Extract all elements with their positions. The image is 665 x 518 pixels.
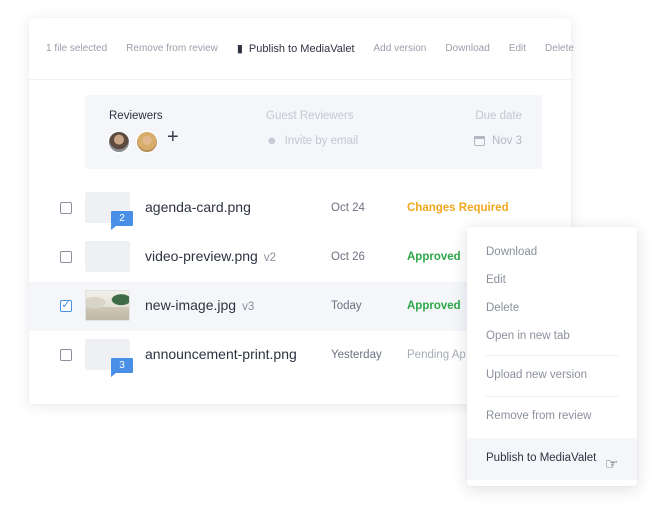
file-name-text: video-preview.png — [145, 248, 258, 264]
file-row[interactable]: 2 agenda-card.png Oct 24 Changes Require… — [29, 184, 571, 233]
file-name[interactable]: video-preview.png v2 — [145, 248, 276, 264]
version-label: v2 — [263, 252, 277, 264]
menu-item-upload-version[interactable]: Upload new version — [486, 369, 587, 381]
selection-count: 1 file selected — [46, 43, 108, 54]
reviewer-avatar-2[interactable] — [136, 131, 158, 153]
comment-count-badge[interactable]: 3 — [111, 358, 133, 377]
action-toolbar: 1 file selected Remove from review ▮ Pub… — [29, 18, 574, 80]
menu-item-publish[interactable]: Publish to MediaValet — [486, 452, 596, 464]
menu-item-delete[interactable]: Delete — [486, 302, 519, 314]
version-label: v3 — [242, 301, 255, 313]
checkmark-icon: ✓ — [61, 299, 71, 311]
file-date: Yesterday — [331, 349, 382, 361]
file-date: Oct 24 — [331, 202, 365, 214]
file-thumbnail[interactable] — [85, 290, 130, 321]
file-name[interactable]: agenda-card.png — [145, 199, 251, 215]
calendar-icon — [473, 136, 485, 146]
add-version-button[interactable]: Add version — [374, 43, 427, 54]
row-checkbox[interactable] — [60, 251, 72, 263]
status-badge: Approved — [407, 300, 461, 312]
due-date-label: Due date — [475, 110, 522, 122]
menu-item-download[interactable]: Download — [486, 246, 537, 258]
reviewers-label: Reviewers — [109, 110, 163, 122]
row-checkbox[interactable]: ✓ — [60, 300, 72, 312]
context-menu: Download Edit Delete Open in new tab Upl… — [467, 227, 637, 486]
menu-item-remove[interactable]: Remove from review — [486, 410, 591, 422]
remove-from-review-button[interactable]: Remove from review — [126, 43, 218, 54]
hand-pointer-icon: ☞ — [605, 456, 619, 473]
reviewer-avatar-1[interactable] — [108, 131, 130, 153]
menu-item-open-new-tab[interactable]: Open in new tab — [486, 330, 570, 342]
menu-divider — [486, 396, 618, 397]
download-button[interactable]: Download — [445, 43, 489, 54]
file-name[interactable]: announcement-print.png — [145, 346, 297, 362]
file-date: Today — [331, 300, 362, 312]
publish-button[interactable]: ▮ Publish to MediaValet — [236, 42, 355, 56]
status-badge: Changes Required — [407, 202, 509, 214]
file-name-text: agenda-card.png — [145, 199, 251, 215]
due-date-value: Nov 3 — [491, 135, 522, 147]
edit-button[interactable]: Edit — [509, 43, 526, 54]
invite-label: Invite by email — [284, 135, 359, 147]
delete-button[interactable]: Delete — [545, 43, 574, 54]
file-name-text: new-image.jpg — [145, 297, 237, 313]
row-checkbox[interactable] — [60, 202, 72, 214]
row-checkbox[interactable] — [60, 349, 72, 361]
status-badge: Approved — [407, 251, 461, 263]
menu-item-edit[interactable]: Edit — [486, 274, 506, 286]
publish-label: Publish to MediaValet — [248, 42, 355, 55]
publish-icon: ▮ — [236, 43, 243, 55]
menu-divider — [486, 355, 618, 356]
comment-count-badge[interactable]: 2 — [111, 211, 133, 230]
reviewers-panel: Reviewers Guest Reviewers Due date + ☻ I… — [85, 95, 542, 169]
invite-by-email-button[interactable]: ☻ Invite by email — [266, 135, 358, 147]
file-name-text: announcement-print.png — [145, 346, 297, 362]
add-user-icon: ☻ — [266, 135, 278, 147]
file-thumbnail[interactable] — [85, 241, 130, 272]
guest-reviewers-label: Guest Reviewers — [266, 110, 354, 122]
file-date: Oct 26 — [331, 251, 365, 263]
file-name[interactable]: new-image.jpg v3 — [145, 297, 254, 313]
due-date-picker[interactable]: Nov 3 — [473, 135, 522, 147]
status-badge: Pending Ap — [407, 349, 466, 361]
add-reviewer-icon[interactable]: + — [167, 126, 179, 149]
